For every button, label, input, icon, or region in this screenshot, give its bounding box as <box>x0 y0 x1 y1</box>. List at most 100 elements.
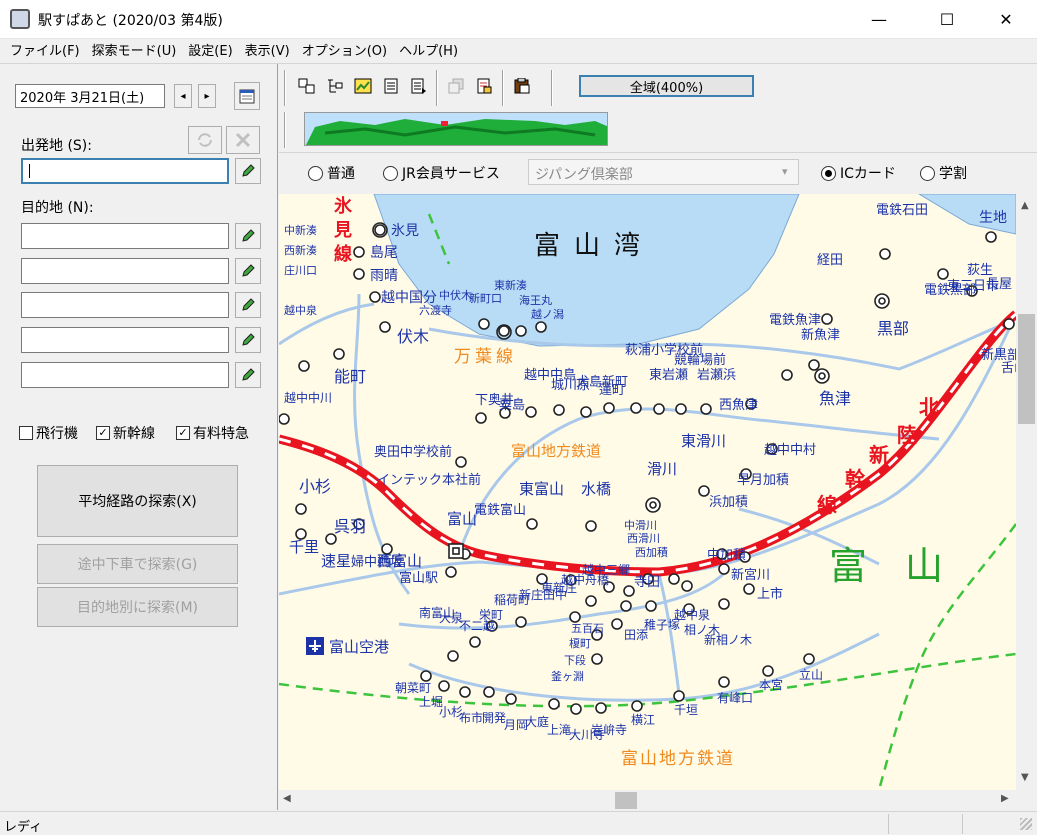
station-nakakaseki[interactable]: 中加積 <box>707 548 746 563</box>
scroll-right-icon[interactable]: ▶ <box>1001 793 1009 804</box>
to-select-button-4[interactable] <box>235 327 261 353</box>
station-etchunakamura[interactable]: 越中中村 <box>764 443 816 458</box>
to-input-5[interactable] <box>21 362 229 388</box>
to-select-button-2[interactable] <box>235 258 261 284</box>
station-hongu[interactable]: 本宮 <box>759 677 783 692</box>
station-nishishinminato[interactable]: 西新湊 <box>284 243 317 257</box>
station-fushiki[interactable]: 伏木 <box>397 327 429 346</box>
station-nagaya[interactable]: 長屋 <box>986 277 1012 292</box>
station-kaiomaru[interactable]: 海王丸 <box>519 293 552 307</box>
station-shimookui[interactable]: 下奥井 <box>475 393 514 408</box>
resize-grip-icon[interactable] <box>1020 818 1032 830</box>
to-select-button-3[interactable] <box>235 292 261 318</box>
station-mizuhashi[interactable]: 水橋 <box>581 480 611 498</box>
station-sakakida[interactable]: 榎町 <box>569 636 591 650</box>
station-nishinamerikawa[interactable]: 西滑川 <box>627 532 660 545</box>
next-date-button[interactable]: ▸ <box>198 84 216 108</box>
station-higashitoyama[interactable]: 東富山 <box>519 480 564 498</box>
menu-help[interactable]: ヘルプ(H) <box>393 40 464 63</box>
horizontal-scroll-thumb[interactable] <box>615 792 637 809</box>
station-nakashinminato[interactable]: 中新湊 <box>284 223 317 237</box>
station-nishiuozu[interactable]: 西魚津 <box>719 398 758 413</box>
menu-view[interactable]: 表示(V) <box>239 40 296 63</box>
station-shimao[interactable]: 島尾 <box>370 245 398 261</box>
vertical-scroll-thumb[interactable] <box>1018 314 1035 424</box>
station-nakanami[interactable]: 中滑川 <box>624 519 657 532</box>
vertical-scrollbar[interactable]: ▲ ▼ <box>1016 194 1037 790</box>
station-tateyama[interactable]: 立山 <box>799 667 823 682</box>
station-dentetsutoyama[interactable]: 電鉄富山 <box>474 502 526 518</box>
maximize-button[interactable]: ☐ <box>924 0 970 39</box>
club-select[interactable]: ジパング倶楽部 <box>528 159 799 185</box>
horizontal-scrollbar[interactable]: ◀ ▶ <box>279 790 1016 811</box>
station-uozu[interactable]: 魚津 <box>819 389 851 408</box>
station-yokoe[interactable]: 横江 <box>631 713 655 727</box>
station-kaihotsu[interactable]: 開発 <box>482 711 506 725</box>
station-shinuozu[interactable]: 新魚津 <box>801 327 840 343</box>
station-iwakuraji[interactable]: 岩峅寺 <box>591 722 627 737</box>
station-kamiichi[interactable]: 上市 <box>757 586 783 602</box>
station-okudachugakko[interactable]: 奥田中学校前 <box>374 444 452 460</box>
station-nameri[interactable]: 滑川 <box>647 460 677 478</box>
station-hamakaseki[interactable]: 浜加積 <box>709 495 748 510</box>
station-gohyakkoku[interactable]: 五百石 <box>571 622 604 635</box>
station-hagiura[interactable]: 萩浦小学校前 <box>625 342 703 358</box>
station-terada[interactable]: 寺田 <box>634 575 660 590</box>
scroll-down-icon[interactable]: ▼ <box>1021 772 1029 783</box>
scroll-up-icon[interactable]: ▲ <box>1021 200 1029 211</box>
limited-express-checkbox[interactable]: ✓ 有料特急 <box>176 423 249 443</box>
station-intec[interactable]: インテック本社前 <box>377 472 481 488</box>
route-icon[interactable] <box>297 77 317 95</box>
map-icon[interactable] <box>353 77 373 95</box>
fare-student-radio[interactable]: 学割 <box>920 163 967 183</box>
prev-date-button[interactable]: ◂ <box>174 84 192 108</box>
station-kureha[interactable]: 呉羽 <box>334 517 366 536</box>
station-kaminaga[interactable]: 上滝 <box>547 723 571 737</box>
station-inarimachi[interactable]: 稲荷町 <box>494 593 530 607</box>
station-iwasehama[interactable]: 岩瀬浜 <box>697 368 736 383</box>
station-kamadaka[interactable]: 釜ヶ淵 <box>551 669 584 683</box>
station-shinminato[interactable]: 新町口 <box>469 291 502 305</box>
minimize-button[interactable]: — <box>856 0 902 39</box>
station-hayatsuki[interactable]: 早月加積 <box>737 473 789 488</box>
to-input-3[interactable] <box>21 292 229 318</box>
airplane-checkbox[interactable]: 飛行機 <box>19 423 78 443</box>
shinkansen-checkbox[interactable]: ✓ 新幹線 <box>96 423 155 443</box>
station-nishikaseki[interactable]: 西加積 <box>635 545 668 559</box>
station-dentetsuishida[interactable]: 電鉄石田 <box>876 203 928 218</box>
to-select-button-1[interactable] <box>235 223 261 249</box>
via-search-button[interactable]: 途中下車で探索(G) <box>37 544 238 584</box>
station-kurobe[interactable]: 黒部 <box>877 319 909 338</box>
station-himi[interactable]: 氷見 <box>391 223 419 239</box>
station-amaharashi[interactable]: 雨晴 <box>370 268 398 284</box>
station-dentetsuuozu[interactable]: 電鉄魚津 <box>769 313 821 328</box>
route-map[interactable]: 富山湾 富山 万葉線 富山地方鉄道 富山地方鉄道 氷見線 北陸新幹線 氷見 島尾… <box>279 194 1016 790</box>
menu-options[interactable]: オプション(O) <box>296 40 393 63</box>
to-select-button-5[interactable] <box>235 362 261 388</box>
station-minamitoyama[interactable]: 南富山 <box>419 605 455 620</box>
station-shinmiyakawa[interactable]: 新宮川 <box>731 567 770 583</box>
station-nakafushiki[interactable]: 中伏木 <box>439 288 472 302</box>
station-shogawa[interactable]: 庄川口 <box>284 263 317 277</box>
close-button[interactable]: ✕ <box>983 0 1029 39</box>
to-input-2[interactable] <box>21 258 229 284</box>
station-nishitoyama[interactable]: 西富山 <box>377 552 422 570</box>
station-shimodan[interactable]: 下段 <box>564 653 586 667</box>
station-toyama[interactable]: 富山 <box>447 510 477 528</box>
fare-jr-member-radio[interactable]: JR会員サービス <box>383 163 500 183</box>
station-kosugi[interactable]: 小杉 <box>299 477 331 496</box>
pages-icon[interactable] <box>446 77 466 95</box>
menu-search-mode[interactable]: 探索モード(U) <box>86 40 183 63</box>
station-furuichi[interactable]: 舌山 <box>1001 361 1016 376</box>
calendar-button[interactable] <box>234 82 260 110</box>
station-ikuji[interactable]: 生地 <box>979 210 1007 226</box>
airport-label[interactable]: 富山空港 <box>329 638 389 656</box>
from-input[interactable] <box>21 158 229 184</box>
scroll-left-icon[interactable]: ◀ <box>283 793 291 804</box>
fare-normal-radio[interactable]: 普通 <box>308 163 355 183</box>
menu-file[interactable]: ファイル(F) <box>4 40 86 63</box>
station-etchuizumi[interactable]: 越中泉 <box>674 607 710 622</box>
to-input-4[interactable] <box>21 327 229 353</box>
print-preview-icon[interactable] <box>474 77 494 95</box>
station-higashishinminato[interactable]: 東新湊 <box>494 278 527 292</box>
